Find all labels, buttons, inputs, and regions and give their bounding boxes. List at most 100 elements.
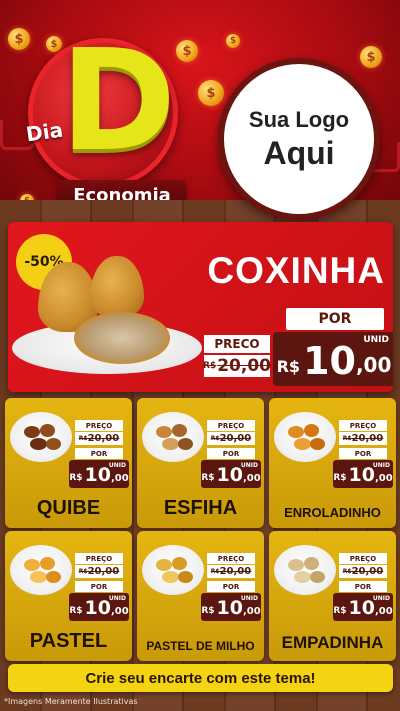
food-piece <box>162 571 179 583</box>
product-image <box>10 545 72 595</box>
por-label: POR <box>75 448 123 459</box>
new-int: 10 <box>84 597 111 619</box>
food-piece <box>178 571 193 583</box>
por-label: POR <box>207 448 255 459</box>
hero-preco-label: PRECO <box>204 335 270 353</box>
unid-label: UNID <box>240 595 258 602</box>
new-dec: ,00 <box>374 473 393 484</box>
product-card: PREÇO R$ 20,00 POR UNID R$ 10 ,00 ESFIHA <box>137 398 264 528</box>
unid-label: UNID <box>372 595 390 602</box>
old-price: R$ 20,00 <box>75 432 123 445</box>
product-image <box>142 545 204 595</box>
product-card: PREÇO R$ 20,00 POR UNID R$ 10 ,00 ENROLA… <box>269 398 396 528</box>
old-price: R$ 20,00 <box>339 565 387 578</box>
new-int: 10 <box>348 597 375 619</box>
food-piece <box>310 571 325 583</box>
preco-label: PREÇO <box>339 553 387 564</box>
hero-new-currency: R$ <box>276 357 301 376</box>
food-piece <box>172 424 187 437</box>
food-piece <box>288 426 304 438</box>
hero-offer-card: -50% COXINHA PRECO R$ 20,00 POR UNID R$ … <box>8 222 393 392</box>
old-currency: R$ <box>342 435 352 442</box>
food-piece <box>30 438 47 450</box>
food-piece <box>30 571 47 583</box>
new-currency: R$ <box>69 606 83 616</box>
unid-label: UNID <box>372 462 390 469</box>
food-piece <box>40 424 55 437</box>
old-value: 20,00 <box>219 566 252 577</box>
old-price: R$ 20,00 <box>207 432 255 445</box>
product-card: PREÇO R$ 20,00 POR UNID R$ 10 ,00 QUIBE <box>5 398 132 528</box>
dollar-coin-icon: $ <box>360 46 382 68</box>
hero-new-dec: ,00 <box>355 353 392 377</box>
product-name: PASTEL <box>29 630 108 652</box>
old-value: 20,00 <box>351 566 384 577</box>
food-piece <box>294 571 311 583</box>
product-image <box>274 412 336 462</box>
hero-old-value: 20,00 <box>217 356 271 376</box>
preco-label: PREÇO <box>75 420 123 431</box>
big-d-letter: D <box>60 20 177 183</box>
new-currency: R$ <box>69 473 83 483</box>
product-card: PREÇO R$ 20,00 POR UNID R$ 10 ,00 PASTEL <box>5 531 132 661</box>
preco-label: PREÇO <box>339 420 387 431</box>
food-piece <box>156 426 172 438</box>
food-piece <box>40 557 55 570</box>
product-image <box>142 412 204 462</box>
por-label: POR <box>75 581 123 592</box>
new-price: UNID R$ 10 ,00 <box>201 460 261 488</box>
old-currency: R$ <box>210 568 220 575</box>
new-price: UNID R$ 10 ,00 <box>333 593 393 621</box>
food-piece <box>304 557 319 570</box>
new-price: UNID R$ 10 ,00 <box>201 593 261 621</box>
hero-por-label: POR <box>286 308 384 330</box>
hero-new-price: UNID R$ 10 ,00 <box>273 332 393 386</box>
product-card: PREÇO R$ 20,00 POR UNID R$ 10 ,00 PASTEL… <box>137 531 264 661</box>
food-piece <box>46 438 61 450</box>
dia-label: Dia <box>24 117 65 147</box>
preco-label: PREÇO <box>207 420 255 431</box>
new-currency: R$ <box>201 606 215 616</box>
logo-text-line2: Aqui <box>263 134 335 171</box>
old-currency: R$ <box>78 435 88 442</box>
food-piece <box>288 559 304 571</box>
product-name: QUIBE <box>36 497 101 519</box>
dollar-coin-icon: $ <box>226 34 240 48</box>
footnote: *Imagens Meramente Ilustrativas <box>4 697 138 706</box>
product-image <box>274 545 336 595</box>
old-price: R$ 20,00 <box>207 565 255 578</box>
new-price: UNID R$ 10 ,00 <box>333 460 393 488</box>
new-int: 10 <box>348 464 375 486</box>
preco-label: PREÇO <box>75 553 123 564</box>
old-currency: R$ <box>342 568 352 575</box>
dia-d-economia-logo: D Dia Economia <box>18 32 188 210</box>
new-int: 10 <box>84 464 111 486</box>
product-image <box>10 412 72 462</box>
food-piece <box>172 557 187 570</box>
new-int: 10 <box>216 464 243 486</box>
food-piece <box>310 438 325 450</box>
new-dec: ,00 <box>374 606 393 617</box>
hero-product-name: COXINHA <box>207 250 385 291</box>
product-name: EMPADINHA <box>281 633 384 652</box>
hero-old-currency: R$ <box>203 361 217 371</box>
new-currency: R$ <box>201 473 215 483</box>
cta-banner[interactable]: Crie seu encarte com este tema! <box>8 664 393 692</box>
por-label: POR <box>339 448 387 459</box>
product-card: PREÇO R$ 20,00 POR UNID R$ 10 ,00 EMPADI… <box>269 531 396 661</box>
new-int: 10 <box>216 597 243 619</box>
new-dec: ,00 <box>110 473 129 484</box>
hero-new-int: 10 <box>303 339 356 383</box>
logo-text-line1: Sua Logo <box>248 106 350 132</box>
unid-label: UNID <box>240 462 258 469</box>
product-name: PASTEL DE MILHO <box>146 639 255 653</box>
new-currency: R$ <box>333 473 347 483</box>
old-value: 20,00 <box>351 433 384 444</box>
new-price: UNID R$ 10 ,00 <box>69 460 129 488</box>
new-currency: R$ <box>333 606 347 616</box>
old-currency: R$ <box>78 568 88 575</box>
food-piece <box>294 438 311 450</box>
old-value: 20,00 <box>219 433 252 444</box>
unid-label: UNID <box>108 462 126 469</box>
product-name: ENROLADINHO <box>284 505 381 520</box>
